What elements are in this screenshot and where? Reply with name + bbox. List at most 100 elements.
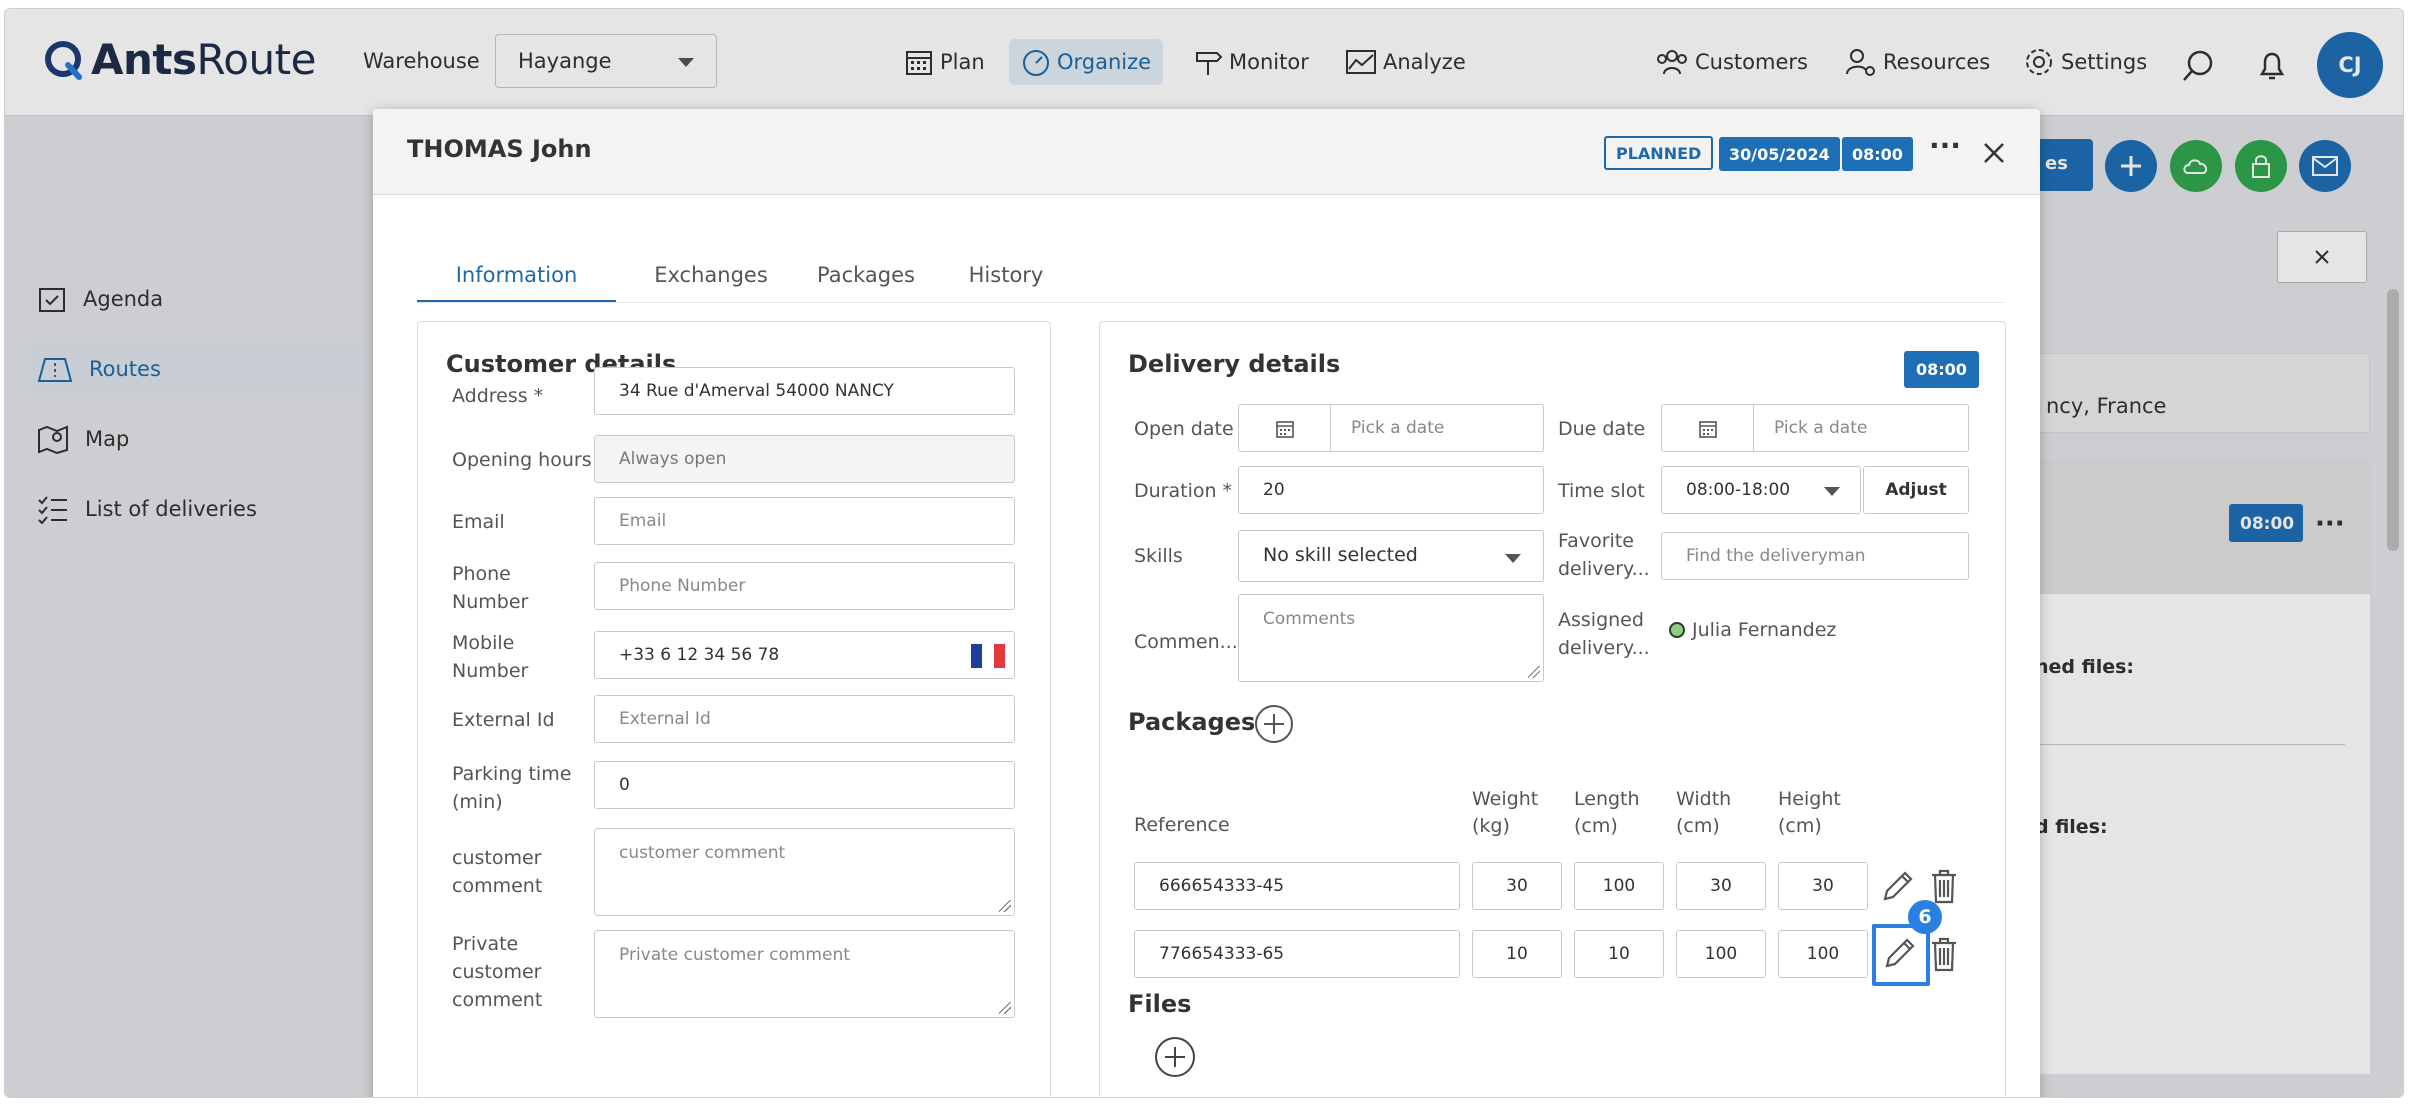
favorite-label-line-1: Favorite: [1558, 530, 1634, 552]
status-dot-icon: [1669, 622, 1685, 638]
private-label-line-2: customer: [452, 961, 542, 983]
private-label-line-1: Private: [452, 933, 519, 955]
package-length-input[interactable]: 100: [1574, 862, 1664, 910]
length-header-line-2: (cm): [1574, 815, 1618, 837]
time-slot-value: 08:00-18:00: [1686, 480, 1791, 500]
assigned-label-line-2: delivery...: [1558, 637, 1650, 659]
length-header-line-1: Length: [1574, 788, 1640, 810]
modal-title: THOMAS John: [407, 135, 592, 163]
mobile-label-line-2: Number: [452, 660, 529, 682]
private-comment-textarea[interactable]: Private customer comment: [594, 930, 1015, 1018]
files-title: Files: [1128, 990, 1192, 1018]
assigned-deliveryman-label: Assigned delivery...: [1558, 606, 1650, 662]
calendar-icon[interactable]: [1239, 405, 1331, 451]
more-options-icon[interactable]: ···: [1929, 129, 1961, 162]
status-badge: PLANNED: [1604, 136, 1714, 170]
favorite-deliveryman-label: Favorite delivery...: [1558, 527, 1650, 583]
skills-select[interactable]: No skill selected: [1238, 530, 1544, 582]
private-label-line-3: comment: [452, 989, 543, 1011]
width-header-line-2: (cm): [1676, 815, 1720, 837]
opening-hours-input: Always open: [594, 435, 1015, 483]
resize-handle-icon[interactable]: [1528, 666, 1540, 678]
customer-details-card: Customer details Address * 34 Rue d'Amer…: [417, 321, 1051, 1097]
customer-comment-textarea[interactable]: customer comment: [594, 828, 1015, 916]
adjust-button[interactable]: Adjust: [1863, 466, 1969, 514]
height-header-line-1: Height: [1778, 788, 1841, 810]
parking-time-input[interactable]: 0: [594, 761, 1015, 809]
open-date-placeholder: Pick a date: [1351, 418, 1445, 438]
phone-number-input[interactable]: Phone Number: [594, 562, 1015, 610]
packages-title: Packages: [1128, 708, 1256, 736]
package-reference-input[interactable]: 776654333-65: [1134, 930, 1460, 978]
france-flag-icon[interactable]: [971, 644, 1005, 668]
date-badge: 30/05/2024: [1719, 137, 1840, 171]
package-length-input[interactable]: 10: [1574, 930, 1664, 978]
time-slot-select[interactable]: 08:00-18:00: [1661, 466, 1861, 514]
delivery-comment-placeholder: Comments: [1263, 609, 1356, 629]
parking-label-line-2: (min): [452, 791, 503, 813]
private-comment-label: Private customer comment: [452, 930, 542, 1014]
package-width-input[interactable]: 30: [1676, 862, 1766, 910]
package-weight-input[interactable]: 30: [1472, 862, 1562, 910]
height-header-line-2: (cm): [1778, 815, 1822, 837]
edit-pencil-icon[interactable]: [1879, 934, 1919, 974]
package-reference-header: Reference: [1134, 814, 1230, 836]
delivery-details-card: Delivery details 08:00 Open date Pick a …: [1099, 321, 2006, 1097]
due-date-label: Due date: [1558, 418, 1646, 440]
customer-comment-label-line-2: comment: [452, 875, 543, 897]
package-height-header: Height (cm): [1778, 786, 1841, 840]
resize-handle-icon[interactable]: [999, 1002, 1011, 1014]
due-date-input[interactable]: Pick a date: [1661, 404, 1969, 452]
mobile-label: Mobile Number: [452, 629, 528, 685]
delivery-modal: THOMAS John PLANNED 30/05/2024 08:00 ···…: [373, 109, 2040, 1097]
step-marker-badge: 6: [1908, 900, 1942, 934]
tab-packages[interactable]: Packages: [806, 249, 926, 303]
app-frame: AntsRoute Warehouse Hayange Plan Organiz…: [4, 8, 2404, 1098]
address-input[interactable]: 34 Rue d'Amerval 54000 NANCY: [594, 367, 1015, 415]
package-length-header: Length (cm): [1574, 786, 1640, 840]
add-file-icon[interactable]: [1154, 1036, 1196, 1078]
package-height-input[interactable]: 30: [1778, 862, 1868, 910]
email-input[interactable]: Email: [594, 497, 1015, 545]
favorite-label-line-2: delivery...: [1558, 558, 1650, 580]
close-icon[interactable]: [1983, 142, 2005, 164]
parking-time-label: Parking time (min): [452, 760, 571, 816]
delivery-comment-textarea[interactable]: Comments: [1238, 594, 1544, 682]
time-slot-label: Time slot: [1558, 480, 1645, 502]
mobile-number-input[interactable]: +33 6 12 34 56 78: [594, 631, 1015, 679]
phone-label-line-1: Phone: [452, 563, 511, 585]
assigned-label-line-1: Assigned: [1558, 609, 1644, 631]
trash-icon[interactable]: [1928, 935, 1960, 973]
duration-input[interactable]: 20: [1238, 466, 1544, 514]
external-id-input[interactable]: External Id: [594, 695, 1015, 743]
trash-icon[interactable]: [1928, 867, 1960, 905]
phone-label-line-2: Number: [452, 591, 529, 613]
add-package-icon[interactable]: [1254, 704, 1294, 744]
chevron-down-icon: [1505, 554, 1521, 563]
calendar-icon[interactable]: [1662, 405, 1754, 451]
resize-handle-icon[interactable]: [999, 900, 1011, 912]
tab-history[interactable]: History: [956, 249, 1056, 303]
tab-information[interactable]: Information: [417, 249, 616, 303]
duration-label: Duration *: [1134, 480, 1233, 502]
address-label: Address *: [452, 385, 544, 407]
open-date-input[interactable]: Pick a date: [1238, 404, 1544, 452]
package-weight-input[interactable]: 10: [1472, 930, 1562, 978]
package-reference-input[interactable]: 666654333-45: [1134, 862, 1460, 910]
mobile-label-line-1: Mobile: [452, 632, 515, 654]
parking-label-line-1: Parking time: [452, 763, 572, 785]
package-height-input[interactable]: 100: [1778, 930, 1868, 978]
skills-value: No skill selected: [1263, 544, 1418, 566]
customer-comment-label: customer comment: [452, 844, 542, 900]
customer-comment-placeholder: customer comment: [619, 843, 786, 863]
width-header-line-1: Width: [1676, 788, 1732, 810]
package-width-input[interactable]: 100: [1676, 930, 1766, 978]
external-id-label: External Id: [452, 709, 555, 731]
tab-exchanges[interactable]: Exchanges: [646, 249, 776, 303]
chevron-down-icon: [1824, 487, 1840, 496]
mobile-number-value: +33 6 12 34 56 78: [619, 645, 780, 665]
tabs-divider: [417, 302, 2003, 303]
favorite-deliveryman-input[interactable]: Find the deliveryman: [1661, 532, 1969, 580]
edit-pencil-icon[interactable]: [1877, 867, 1917, 907]
package-width-header: Width (cm): [1676, 786, 1731, 840]
